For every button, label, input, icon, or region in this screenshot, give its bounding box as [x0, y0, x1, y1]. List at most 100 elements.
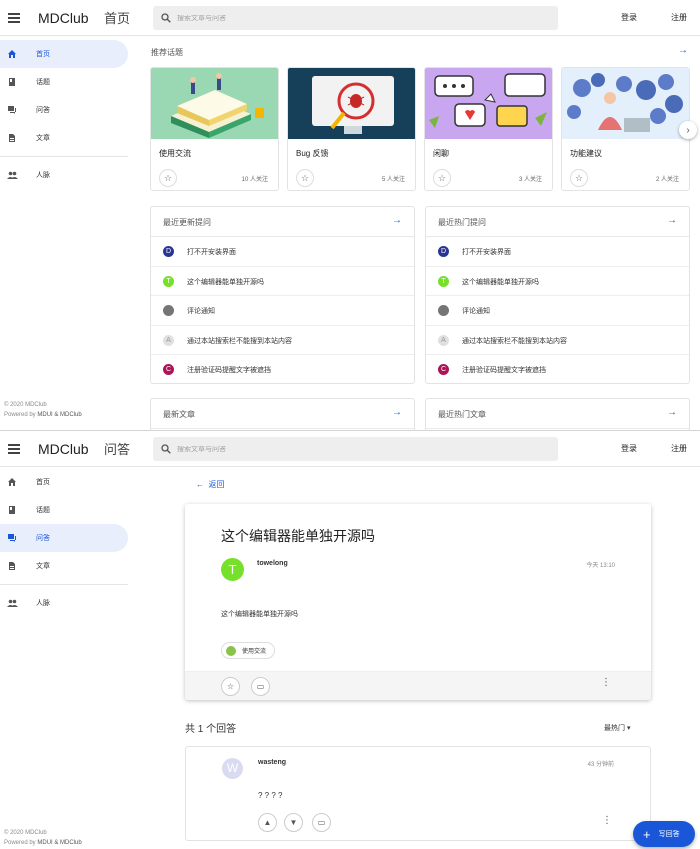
topic-name: 闲聊: [433, 149, 449, 158]
list-item[interactable]: T 这个编辑器能单独开源吗: [151, 267, 414, 297]
list-item[interactable]: T 这个编辑器能单独开源吗: [426, 267, 689, 297]
sort-dropdown[interactable]: 最热门 ▾: [604, 723, 630, 733]
search-box[interactable]: [153, 437, 558, 461]
arrow-right-icon[interactable]: →: [392, 215, 402, 226]
thumb-up-icon[interactable]: ▲: [258, 813, 277, 832]
star-icon[interactable]: ☆: [159, 169, 177, 187]
search-box[interactable]: [153, 6, 558, 30]
sidebar: 首页 话题 问答 文章 人脉: [0, 37, 140, 189]
login-button[interactable]: 登录: [621, 443, 637, 454]
more-vert-icon[interactable]: ⋮: [602, 816, 612, 826]
sidebar-item-home[interactable]: 首页: [0, 40, 128, 68]
answer-author[interactable]: wasteng: [258, 759, 286, 766]
sidebar-item-label: 问答: [36, 535, 50, 542]
menu-icon[interactable]: [8, 12, 20, 23]
sidebar-item-questions[interactable]: 问答: [0, 524, 128, 552]
comment-icon[interactable]: ▭: [251, 677, 270, 696]
star-icon[interactable]: ☆: [221, 677, 240, 696]
search-input[interactable]: [177, 445, 537, 453]
topic-chip[interactable]: 使用交流: [221, 642, 276, 659]
login-button[interactable]: 登录: [621, 12, 637, 23]
chevron-right-icon[interactable]: ›: [679, 121, 697, 139]
footer-powered: Powered by: [4, 412, 38, 418]
hot-articles-card: 最近热门文章 →: [425, 398, 690, 430]
star-icon[interactable]: ☆: [433, 169, 451, 187]
list-item[interactable]: C 注册验证码提醒文字被遮挡: [426, 355, 689, 385]
back-button[interactable]: ← 返回: [196, 479, 224, 490]
sidebar-item-people[interactable]: 人脉: [0, 589, 128, 617]
brand-logo[interactable]: MDClub: [38, 441, 89, 457]
brand-logo[interactable]: MDClub: [38, 10, 89, 26]
footer-copyright: © 2020 MDClub: [4, 830, 47, 836]
thumb-down-icon[interactable]: ▼: [284, 813, 303, 832]
answer-time: 43 分钟前: [587, 762, 614, 768]
list-item[interactable]: A 通过本站搜索栏不能搜到本站内容: [426, 326, 689, 356]
topic-card[interactable]: Bug 反馈 ☆ 5 人关注: [287, 67, 416, 191]
arrow-right-icon[interactable]: →: [667, 215, 677, 226]
search-icon: [161, 13, 171, 23]
topic-followers: 3 人关注: [518, 177, 542, 183]
topic-card[interactable]: 功能建议 ☆ 2 人关注: [561, 67, 690, 191]
list-item[interactable]: A 通过本站搜索栏不能搜到本站内容: [151, 326, 414, 356]
footer-powered: Powered by: [4, 840, 38, 846]
topic-chip-icon: [226, 645, 236, 656]
topic-cover-image: [425, 68, 552, 139]
question-author[interactable]: towelong: [257, 560, 288, 567]
topic-cover-image: [288, 68, 415, 139]
register-button[interactable]: 注册: [671, 443, 687, 454]
sidebar-item-people[interactable]: 人脉: [0, 161, 128, 189]
arrow-right-icon[interactable]: →: [678, 45, 688, 56]
avatar[interactable]: W: [222, 758, 243, 779]
list-item[interactable]: C 注册验证码提醒文字被遮挡: [151, 355, 414, 385]
answer-card: W wasteng 43 分钟前 ? ? ? ? ▲ ▼ ▭ ⋮: [185, 746, 651, 841]
sidebar-divider: [0, 156, 128, 157]
back-label: 返回: [208, 480, 225, 489]
topic-card[interactable]: 使用交流 ☆ 10 人关注: [150, 67, 279, 191]
card-title: 最新文章: [163, 410, 195, 419]
footer-powered-link[interactable]: MDUI & MDClub: [37, 412, 81, 418]
avatar: [438, 305, 449, 317]
list-item[interactable]: D 打不开安装界面: [426, 237, 689, 267]
list-item[interactable]: 评论通知: [151, 296, 414, 326]
avatar[interactable]: T: [221, 558, 244, 581]
sidebar-item-label: 文章: [36, 563, 50, 570]
sidebar-item-articles[interactable]: 文章: [0, 552, 128, 580]
sidebar-item-home[interactable]: 首页: [0, 468, 128, 496]
write-answer-label: 写回答: [658, 831, 680, 838]
sidebar-item-articles[interactable]: 文章: [0, 124, 128, 152]
latest-articles-card: 最新文章 →: [150, 398, 415, 430]
recent-questions-card: 最近更新提问 → D 打不开安装界面 T 这个编辑器能单独开源吗 评论通知 A 通过本站…: [150, 206, 415, 384]
list-item[interactable]: 评论通知: [426, 296, 689, 326]
sidebar-item-topics[interactable]: 话题: [0, 496, 128, 524]
register-button[interactable]: 注册: [671, 12, 687, 23]
topic-name: 使用交流: [159, 149, 191, 158]
arrow-right-icon[interactable]: →: [392, 407, 402, 418]
sidebar-item-label: 人脉: [36, 172, 50, 179]
list-item[interactable]: D 打不开安装界面: [151, 237, 414, 267]
topic-cover-image: [151, 68, 278, 139]
sidebar-item-questions[interactable]: 问答: [0, 96, 128, 124]
avatar: A: [163, 334, 174, 346]
question-time: 今天 13:10: [586, 563, 615, 569]
star-icon[interactable]: ☆: [296, 169, 314, 187]
question-title: 通过本站搜索栏不能搜到本站内容: [462, 337, 567, 345]
search-input[interactable]: [177, 14, 537, 22]
more-vert-icon[interactable]: ⋮: [601, 678, 611, 688]
write-answer-button[interactable]: + 写回答: [633, 821, 695, 847]
menu-icon[interactable]: [8, 443, 20, 454]
footer-powered-link[interactable]: MDUI & MDClub: [37, 840, 81, 846]
article-icon: [9, 134, 15, 142]
avatar: C: [438, 364, 449, 376]
comment-icon[interactable]: ▭: [312, 813, 331, 832]
question-title: 注册验证码提醒文字被遮挡: [187, 367, 271, 375]
question-title: 这个编辑器能单独开源吗: [221, 528, 375, 544]
question-card: 这个编辑器能单独开源吗 T towelong 今天 13:10 这个编辑器能单独…: [185, 504, 651, 700]
sidebar-item-label: 首页: [36, 51, 50, 58]
plus-icon: +: [643, 826, 651, 842]
question-actions: ☆ ▭ ⋮: [185, 671, 651, 700]
topic-card[interactable]: 闲聊 ☆ 3 人关注: [424, 67, 553, 191]
arrow-right-icon[interactable]: →: [667, 407, 677, 418]
star-icon[interactable]: ☆: [570, 169, 588, 187]
sidebar-item-topics[interactable]: 话题: [0, 68, 128, 96]
page-title: 问答: [104, 442, 131, 457]
